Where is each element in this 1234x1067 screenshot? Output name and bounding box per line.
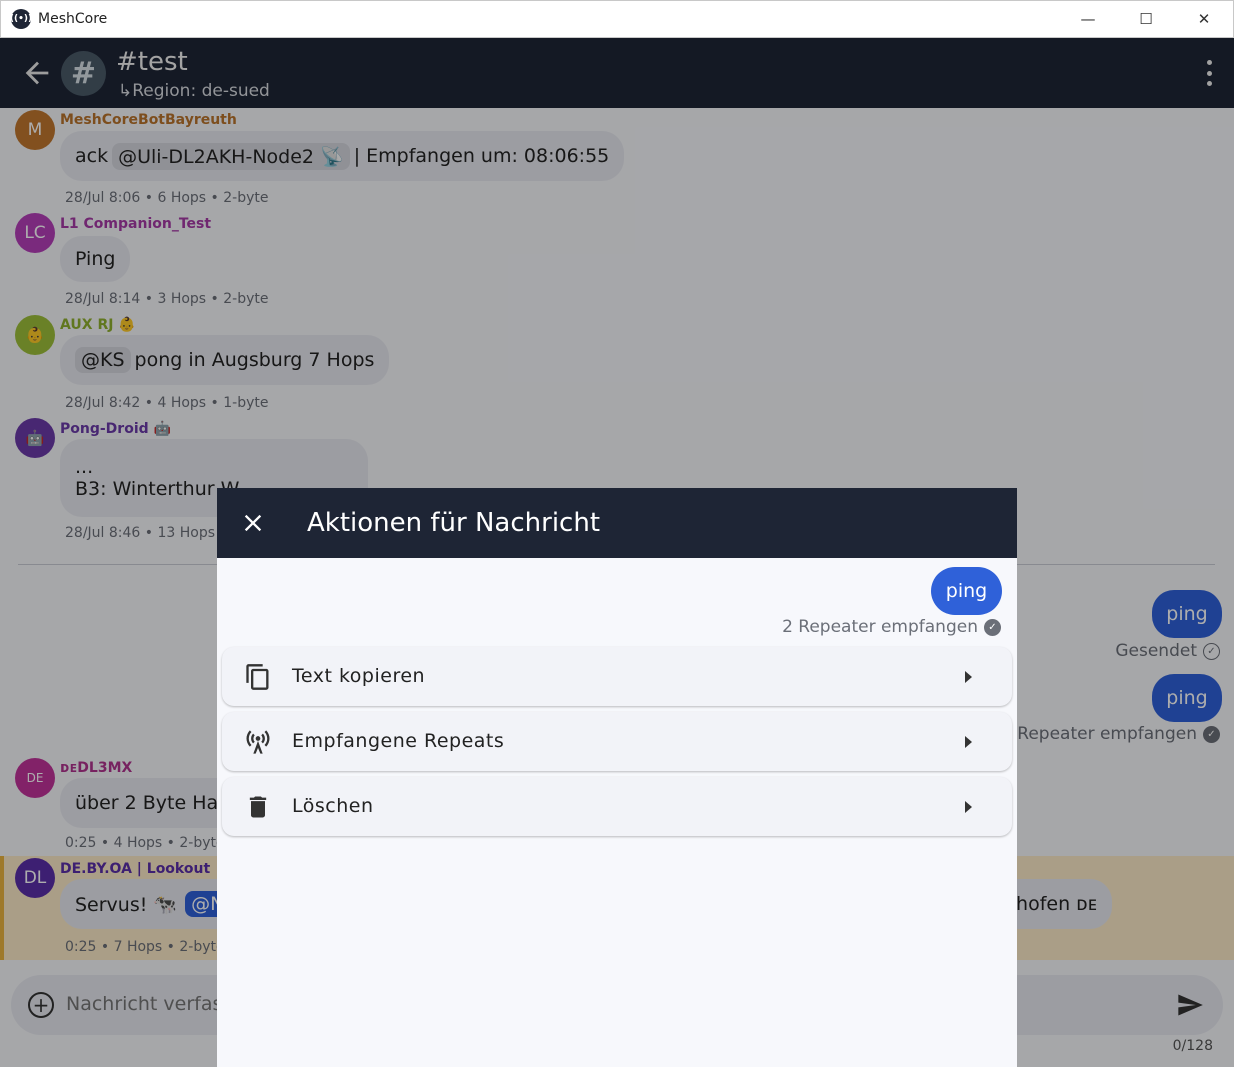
close-window-button[interactable]: ✕: [1175, 1, 1233, 37]
antenna-icon: [246, 730, 270, 754]
action-label: Empfangene Repeats: [292, 730, 505, 752]
arrow-right-icon: [965, 736, 972, 748]
window-controls: — ☐ ✕: [1059, 1, 1233, 37]
close-icon[interactable]: [239, 509, 267, 537]
copy-icon: [246, 664, 269, 690]
arrow-right-icon: [965, 671, 972, 683]
maximize-button[interactable]: ☐: [1117, 1, 1175, 37]
window-title: MeshCore: [38, 11, 108, 27]
message-actions-dialog: Aktionen für Nachricht ping 2 Repeater e…: [217, 488, 1017, 1067]
arrow-right-icon: [965, 801, 972, 813]
status-text: 2 Repeater empfangen: [782, 617, 978, 637]
action-delete[interactable]: Löschen: [222, 777, 1012, 836]
preview-bubble: ping: [931, 567, 1002, 615]
action-label: Text kopieren: [292, 665, 426, 687]
check-circle-icon: ✓: [984, 618, 1001, 636]
action-label: Löschen: [292, 795, 374, 817]
app-logo-icon: ((•)): [10, 9, 32, 29]
action-copy-text[interactable]: Text kopieren: [222, 647, 1012, 706]
dialog-header: Aktionen für Nachricht: [217, 488, 1017, 558]
dialog-title: Aktionen für Nachricht: [307, 508, 601, 538]
action-received-repeats[interactable]: Empfangene Repeats: [222, 712, 1012, 771]
preview-status: 2 Repeater empfangen ✓: [782, 617, 1001, 637]
minimize-button[interactable]: —: [1059, 1, 1117, 37]
trash-icon: [249, 796, 267, 818]
window-titlebar: ((•)) MeshCore — ☐ ✕: [0, 0, 1234, 38]
